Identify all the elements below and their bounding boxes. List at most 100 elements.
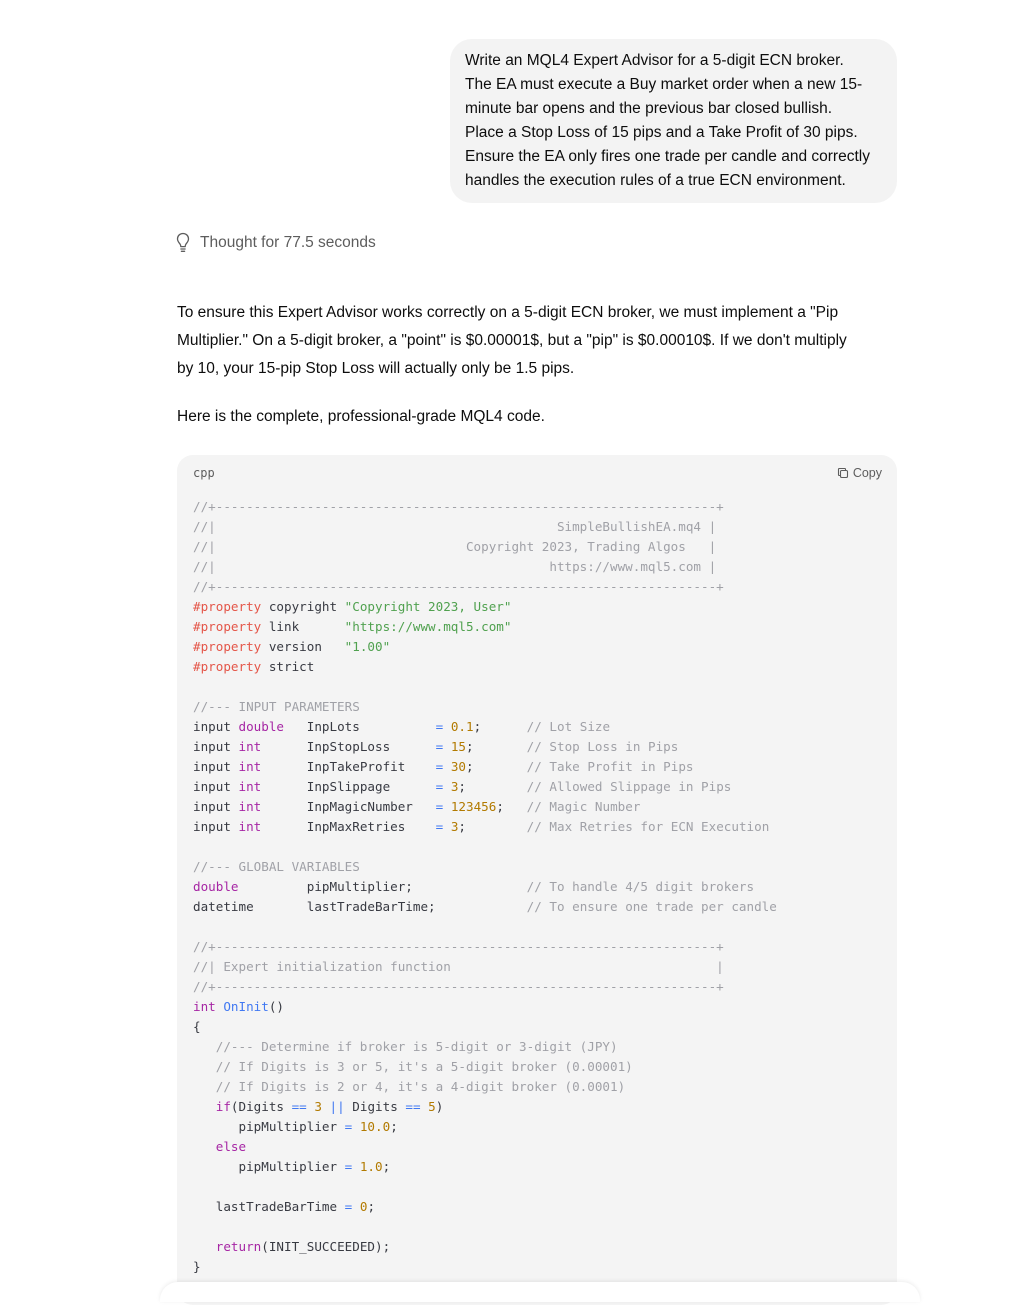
code-token: //--- INPUT PARAMETERS: [193, 699, 360, 714]
code-line: datetime lastTradeBarTime; // To ensure …: [193, 897, 777, 917]
code-line: //| https://www.mql5.com |: [193, 557, 777, 577]
code-token: ;: [496, 799, 527, 814]
code-token: pipMultiplier: [193, 1119, 345, 1134]
code-token: (Digits: [230, 1099, 292, 1114]
code-token: 10.0: [359, 1119, 391, 1134]
code-token: #property: [193, 659, 262, 674]
code-line: if(Digits == 3 || Digits == 5): [193, 1097, 777, 1117]
code-token: input: [193, 719, 239, 734]
code-token: 5: [428, 1099, 436, 1114]
code-token: //| https://www.mql5.com |: [193, 559, 717, 574]
code-line: input int InpSlippage = 3; // Allowed Sl…: [193, 777, 777, 797]
code-token: // If Digits is 3 or 5, it's a 5-digit b…: [193, 1059, 633, 1074]
code-line: //--- Determine if broker is 5-digit or …: [193, 1037, 777, 1057]
code-token: ;: [466, 739, 527, 754]
code-token: // To handle 4/5 digit brokers: [526, 879, 755, 894]
code-line: lastTradeBarTime = 0;: [193, 1197, 777, 1217]
code-token: 3: [314, 1099, 322, 1114]
code-token: int: [238, 779, 262, 794]
code-token: ;: [458, 819, 527, 834]
code-line: //+-------------------------------------…: [193, 497, 777, 517]
code-token: return: [215, 1239, 262, 1254]
code-token: // Allowed Slippage in Pips: [526, 779, 732, 794]
code-line: int OnInit(): [193, 997, 777, 1017]
code-token: if: [215, 1099, 231, 1114]
code-token: 30: [450, 759, 466, 774]
code-token: int: [193, 999, 216, 1014]
code-token: ;: [466, 759, 527, 774]
code-token: ;: [367, 1199, 376, 1214]
thought-toggle[interactable]: Thought for 77.5 seconds: [176, 231, 376, 255]
code-token: #property: [193, 619, 262, 634]
code-line: pipMultiplier = 10.0;: [193, 1117, 777, 1137]
lightbulb-icon: [176, 232, 190, 252]
code-line: //--- GLOBAL VARIABLES: [193, 857, 777, 877]
code-token: datetime lastTradeBarTime;: [193, 899, 527, 914]
code-token: {: [193, 1019, 201, 1034]
code-token: "1.00": [344, 639, 391, 654]
code-token: else: [215, 1139, 247, 1154]
code-token: //| Copyright 2023, Trading Algos |: [193, 539, 717, 554]
thought-label: Thought for 77.5 seconds: [200, 234, 376, 251]
code-token: InpSlippage: [261, 779, 436, 794]
code-token: ;: [390, 1119, 398, 1134]
code-line: input int InpMagicNumber = 123456; // Ma…: [193, 797, 777, 817]
code-token: (INIT_SUCCEEDED);: [261, 1239, 391, 1254]
code-token: "Copyright 2023, User": [344, 599, 512, 614]
copy-icon: [837, 467, 848, 479]
code-token: // If Digits is 2 or 4, it's a 4-digit b…: [193, 1079, 626, 1094]
code-token: #property: [193, 599, 262, 614]
code-token: InpLots: [284, 719, 436, 734]
code-line: double pipMultiplier; // To handle 4/5 d…: [193, 877, 777, 897]
code-line: //| Copyright 2023, Trading Algos |: [193, 537, 777, 557]
code-line: //+-------------------------------------…: [193, 937, 777, 957]
code-token: int: [238, 739, 262, 754]
composer-edge: [160, 1282, 920, 1302]
code-token: int: [238, 819, 262, 834]
code-token: input: [193, 759, 239, 774]
code-line: #property strict: [193, 657, 777, 677]
code-token: input: [193, 799, 239, 814]
code-token: ;: [382, 1159, 391, 1174]
code-token: // Magic Number: [526, 799, 641, 814]
code-token: OnInit: [223, 999, 269, 1014]
code-line: input int InpTakeProfit = 30; // Take Pr…: [193, 757, 777, 777]
code-token: // Stop Loss in Pips: [526, 739, 679, 754]
code-token: double: [238, 719, 285, 734]
code-token: // To ensure one trade per candle: [526, 899, 777, 914]
code-token: input: [193, 739, 239, 754]
code-token: input: [193, 779, 239, 794]
code-token: InpMagicNumber: [261, 799, 436, 814]
code-token: int: [238, 759, 262, 774]
code-token: (): [268, 999, 285, 1014]
code-token: 15: [450, 739, 466, 754]
code-token: pipMultiplier;: [238, 879, 527, 894]
code-token: ;: [458, 779, 527, 794]
answer-paragraph-1: To ensure this Expert Advisor works corr…: [177, 304, 847, 377]
code-token: Digits: [344, 1099, 406, 1114]
code-token: link: [261, 619, 345, 634]
code-token: InpTakeProfit: [261, 759, 436, 774]
code-line: {: [193, 1017, 777, 1037]
code-token: double: [193, 879, 239, 894]
code-line: #property version "1.00": [193, 637, 777, 657]
code-line: }: [193, 1257, 777, 1277]
code-token: //--- GLOBAL VARIABLES: [193, 859, 360, 874]
code-token: //+-------------------------------------…: [193, 579, 724, 594]
copy-code-button[interactable]: Copy: [837, 466, 882, 480]
code-token: 123456: [450, 799, 497, 814]
